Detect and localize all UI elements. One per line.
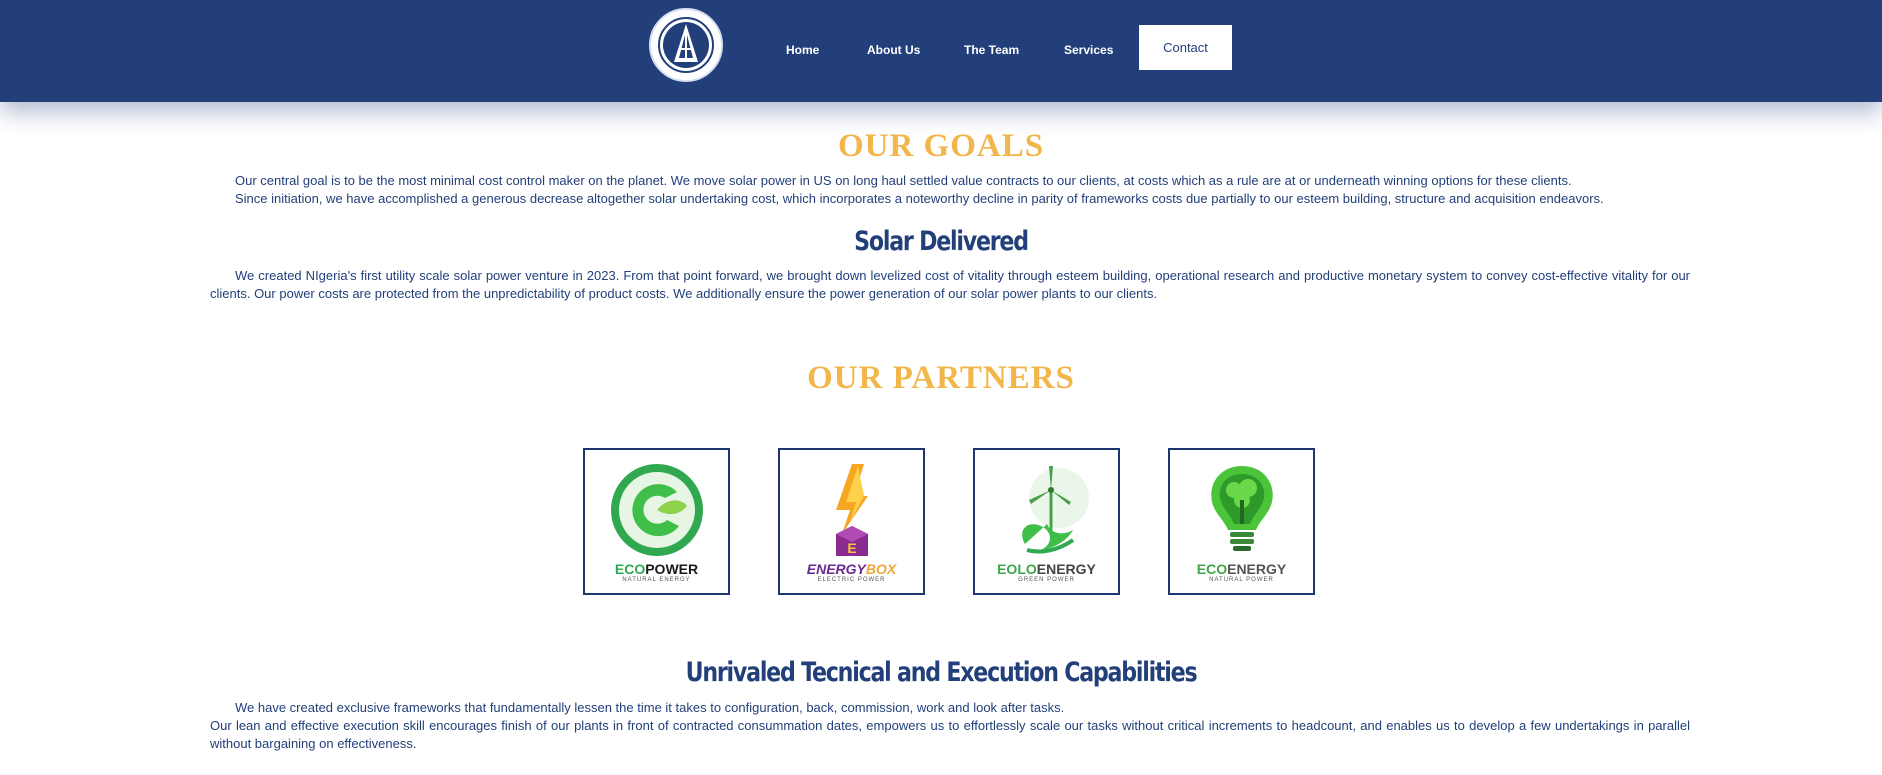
partner-tagline: NATURAL ENERGY — [622, 577, 691, 583]
partner-tagline: ELECTRIC POWER — [817, 577, 886, 583]
partner-card-energy-box[interactable]: E ENERGYBOX ELECTRIC POWER — [778, 448, 925, 595]
partner-card-eco-power[interactable]: ECOPOWER NATURAL ENERGY — [583, 448, 730, 595]
capabilities-paragraph-2: Our lean and effective execution skill e… — [210, 718, 1690, 751]
partner-name: ECOENERGY — [1196, 561, 1287, 577]
nav-home[interactable]: Home — [786, 43, 819, 57]
eco-power-logo-icon — [610, 464, 703, 556]
partners-heading: OUR PARTNERS — [807, 360, 1075, 396]
nav-about-us[interactable]: About Us — [867, 43, 920, 57]
partner-card-eolo-energy[interactable]: EOLOENERGY GREEN POWER — [973, 448, 1120, 595]
solar-paragraph: We created NIgeria's first utility scale… — [210, 268, 1690, 301]
goals-paragraph-1: Our central goal is to be the most minim… — [235, 173, 1572, 188]
partner-card-eco-energy[interactable]: ECOENERGY NATURAL POWER — [1168, 448, 1315, 595]
svg-text:E: E — [847, 540, 856, 556]
nav-services[interactable]: Services — [1064, 43, 1113, 57]
partner-tagline: NATURAL POWER — [1209, 577, 1274, 583]
energy-box-logo-icon: E — [835, 464, 868, 556]
main-content: OUR GOALS Our central goal is to be the … — [0, 102, 1882, 775]
solar-delivered-heading: Solar Delivered — [854, 226, 1029, 257]
partner-name: EOLOENERGY — [997, 561, 1096, 577]
main-nav: Home About Us The Team Services — [0, 0, 1882, 102]
eco-energy-logo-icon — [1210, 466, 1273, 551]
goals-paragraph-2: Since initiation, we have accomplished a… — [235, 191, 1604, 206]
site-header: Home About Us The Team Services Contact — [0, 0, 1882, 102]
contact-button[interactable]: Contact — [1139, 25, 1232, 70]
capabilities-heading: Unrivaled Tecnical and Execution Capabil… — [685, 657, 1198, 688]
nav-the-team[interactable]: The Team — [964, 43, 1019, 57]
partner-name: ENERGYBOX — [806, 561, 897, 577]
partner-name: ECOPOWER — [614, 561, 699, 577]
eolo-energy-logo-icon — [1021, 466, 1089, 554]
capabilities-paragraph-1: We have created exclusive frameworks tha… — [235, 700, 1065, 715]
partner-tagline: GREEN POWER — [1018, 577, 1075, 583]
goals-heading: OUR GOALS — [837, 128, 1045, 164]
